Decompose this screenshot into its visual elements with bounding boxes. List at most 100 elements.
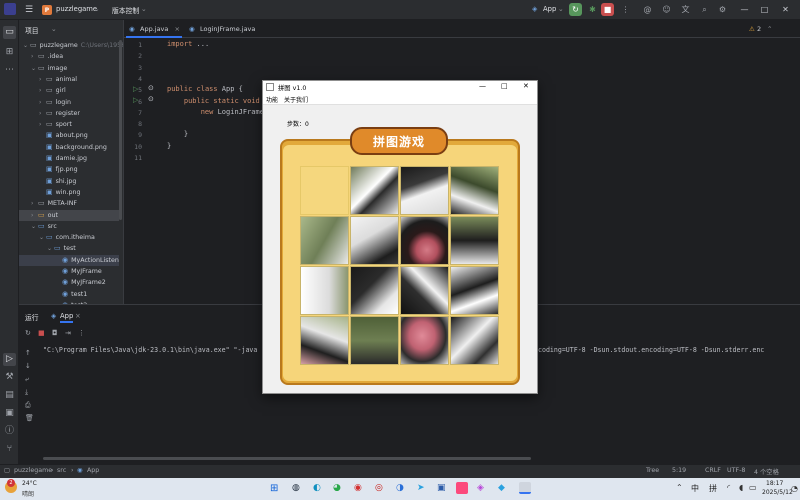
tree-indicator[interactable]: Tree bbox=[646, 467, 659, 474]
rerun-icon[interactable]: ↻ bbox=[25, 329, 31, 337]
chevron-down-icon[interactable]: ⌄ bbox=[51, 25, 57, 33]
search-icon[interactable]: ⌕ bbox=[698, 3, 711, 16]
print-icon[interactable]: ⎙ bbox=[25, 401, 31, 410]
console-scrollbar[interactable] bbox=[43, 457, 531, 460]
tree-item[interactable]: ◉ test1 bbox=[19, 289, 119, 300]
tree-item[interactable]: ⌄ ▭ test bbox=[19, 243, 119, 254]
tree-item[interactable]: ◉ MyActionListen bbox=[19, 254, 119, 266]
line-separator[interactable]: CRLF bbox=[705, 467, 721, 474]
main-menu-icon[interactable]: ☰ bbox=[22, 3, 36, 17]
breakpoint-gutter-icon[interactable]: ⊙ bbox=[148, 84, 154, 92]
file-encoding[interactable]: UTF-8 bbox=[727, 467, 745, 474]
ime-chinese[interactable]: 中 bbox=[691, 483, 699, 494]
tab-loginjframe-java[interactable]: ◉ LoginJFrame.java bbox=[186, 20, 272, 38]
more-options-icon[interactable]: ⋮ bbox=[619, 3, 632, 16]
console-tool-icon[interactable]: ▣ bbox=[3, 407, 16, 420]
tree-item[interactable]: › ▭ sport bbox=[19, 119, 119, 130]
puzzle-tile[interactable] bbox=[350, 266, 399, 315]
browser-icon[interactable]: ◑ bbox=[396, 483, 404, 493]
close-icon[interactable]: × bbox=[75, 312, 81, 320]
settings-icon[interactable]: ⚙ bbox=[716, 3, 729, 16]
vcs-menu[interactable]: 版本控制 bbox=[112, 5, 139, 15]
chevron-down-icon[interactable]: ⌄ bbox=[31, 221, 38, 232]
debug-icon[interactable]: ✱ bbox=[586, 3, 599, 16]
tree-item[interactable]: ⌄ ▭ src bbox=[19, 221, 119, 232]
chevron-down-icon[interactable]: ⌄ bbox=[558, 5, 564, 13]
chevron-right-icon[interactable]: › bbox=[39, 108, 46, 119]
chevron-down-icon[interactable]: ⌄ bbox=[94, 5, 100, 13]
account-icon[interactable]: ☺ bbox=[660, 3, 673, 16]
chevron-right-icon[interactable]: › bbox=[31, 198, 38, 209]
word-icon[interactable]: ▣ bbox=[437, 483, 446, 493]
cursor-position[interactable]: 5:19 bbox=[672, 467, 686, 474]
java-app-taskbar-icon[interactable] bbox=[519, 482, 531, 494]
puzzle-tile[interactable] bbox=[300, 266, 349, 315]
tree-item[interactable]: › ▭ animal bbox=[19, 74, 119, 85]
minimize-icon[interactable]: — bbox=[479, 82, 486, 90]
puzzle-tile[interactable] bbox=[400, 266, 449, 315]
down-arrow-icon[interactable]: ↓ bbox=[25, 362, 31, 370]
tray-overflow-icon[interactable]: ⌃ bbox=[676, 483, 683, 492]
build-tool-icon[interactable]: ⚒ bbox=[3, 371, 16, 384]
run-gutter-icon[interactable]: ▷ bbox=[133, 96, 138, 104]
tree-item[interactable]: ▣ about.png bbox=[19, 130, 119, 141]
tree-item[interactable]: ◉ MyJFrame bbox=[19, 266, 119, 277]
stop-icon[interactable]: ■ bbox=[38, 329, 45, 337]
chevron-right-icon[interactable]: › bbox=[39, 74, 46, 85]
tree-item[interactable]: › ▭ META-INF bbox=[19, 198, 119, 209]
breadcrumb-app[interactable]: App bbox=[87, 467, 99, 474]
tree-item[interactable]: ▣ fjp.png bbox=[19, 164, 119, 175]
tree-item[interactable]: ◉ MyJFrame2 bbox=[19, 277, 119, 288]
notifications-icon[interactable]: ◔ bbox=[791, 484, 798, 493]
run-tool-icon[interactable]: ▷ bbox=[3, 353, 16, 366]
tree-item[interactable]: ▣ win.png bbox=[19, 187, 119, 198]
puzzle-tile[interactable] bbox=[450, 166, 499, 215]
tree-item[interactable]: › ▭ .idea bbox=[19, 51, 119, 62]
puzzle-tile[interactable] bbox=[350, 166, 399, 215]
run-gutter-icon[interactable]: ▷ bbox=[133, 85, 138, 93]
chevron-right-icon[interactable]: › bbox=[39, 85, 46, 96]
structure-tool-icon[interactable]: ⊞ bbox=[3, 46, 16, 59]
tree-item[interactable]: › ▭ register bbox=[19, 108, 119, 119]
speaker-icon[interactable]: ◖ bbox=[739, 483, 743, 492]
weather-temp[interactable]: 24°C bbox=[22, 480, 37, 487]
edge-icon[interactable]: ◐ bbox=[313, 483, 321, 493]
chevron-down-icon[interactable]: ⌄ bbox=[47, 243, 54, 254]
puzzle-tile[interactable] bbox=[350, 316, 399, 365]
puzzle-tile[interactable] bbox=[350, 216, 399, 265]
breakpoint-gutter-icon[interactable]: ⊙ bbox=[148, 95, 154, 103]
run-config-selector[interactable]: App bbox=[543, 5, 556, 13]
project-menu[interactable]: puzzlegame bbox=[56, 5, 97, 13]
clock-time[interactable]: 18:17 bbox=[766, 480, 783, 487]
puzzle-tile-empty[interactable] bbox=[300, 166, 349, 215]
exit-icon[interactable]: ⇥ bbox=[65, 329, 71, 337]
steam-icon[interactable]: ◍ bbox=[292, 483, 300, 493]
rerun-icon[interactable]: ↻ bbox=[569, 3, 582, 16]
breadcrumb-src[interactable]: src bbox=[57, 467, 66, 474]
project-scrollbar[interactable] bbox=[119, 40, 122, 220]
chevron-down-icon[interactable]: ⌄ bbox=[39, 232, 46, 243]
more-tools-icon[interactable]: ⋯ bbox=[3, 64, 16, 77]
puzzle-tile[interactable] bbox=[450, 216, 499, 265]
scroll-end-icon[interactable]: ⤓ bbox=[25, 388, 28, 397]
chevron-right-icon[interactable]: › bbox=[39, 119, 46, 130]
menu-function[interactable]: 功能 bbox=[266, 95, 278, 104]
wifi-icon[interactable]: ◜ bbox=[727, 483, 730, 492]
more-options-icon[interactable]: ⋮ bbox=[78, 329, 85, 337]
chat-app-icon[interactable]: ◈ bbox=[477, 483, 484, 493]
close-icon[interactable]: ✕ bbox=[523, 82, 529, 90]
up-arrow-icon[interactable]: ↑ bbox=[25, 349, 31, 357]
ime-pinyin[interactable]: 拼 bbox=[709, 483, 717, 494]
tree-item[interactable]: ▣ shi.jpg bbox=[19, 176, 119, 187]
puzzle-tile[interactable] bbox=[450, 316, 499, 365]
camera-icon[interactable]: ◘ bbox=[52, 329, 58, 337]
windows-start-icon[interactable]: ⊞ bbox=[270, 483, 278, 495]
stop-icon[interactable]: ■ bbox=[601, 3, 614, 16]
intellij-taskbar-icon[interactable] bbox=[456, 482, 468, 494]
puzzle-tile[interactable] bbox=[400, 316, 449, 365]
minimize-icon[interactable]: — bbox=[738, 3, 751, 16]
puzzle-tile[interactable] bbox=[400, 216, 449, 265]
copilot-icon[interactable]: @ bbox=[641, 3, 654, 16]
soft-wrap-icon[interactable]: ⤶ bbox=[25, 375, 29, 384]
chevron-down-icon[interactable]: ⌄ bbox=[141, 5, 147, 13]
